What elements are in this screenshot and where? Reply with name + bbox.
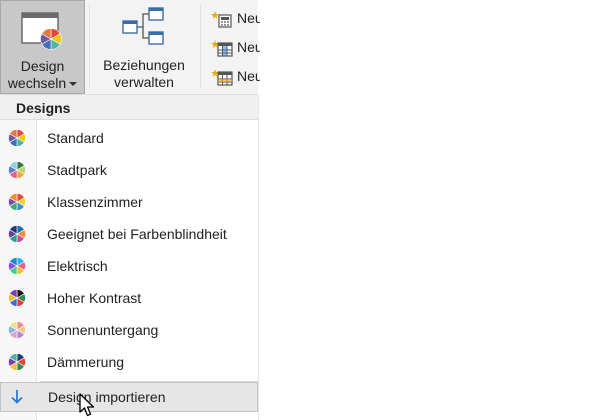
theme-pie-icon [8, 257, 26, 275]
menu-item-label: Standard [47, 130, 104, 146]
mouse-cursor-icon [79, 393, 95, 417]
menu-header-label: Designs [16, 100, 71, 116]
design-button-label-1: Design [20, 58, 65, 74]
menu-item-hoher-kontrast[interactable]: Hoher Kontrast [0, 282, 258, 314]
theme-pie-icon [8, 161, 26, 179]
design-importieren-button[interactable]: Design importieren [0, 382, 258, 412]
relations-button-label-2: verwalten [114, 74, 174, 90]
menu-item-label: Klassenzimmer [47, 194, 143, 210]
new-measure-button[interactable]: Neu [208, 8, 260, 30]
design-wechseln-button[interactable]: Design wechseln [0, 0, 85, 94]
new-column-label: Neu [237, 39, 260, 55]
ribbon-separator [89, 4, 90, 88]
chevron-down-icon [69, 82, 78, 87]
menu-item-label: Stadtpark [47, 162, 107, 178]
theme-pie-icon [8, 289, 26, 307]
design-button-label-2: wechseln [7, 75, 67, 91]
theme-pie-icon [8, 193, 26, 211]
menu-item-klassenzimmer[interactable]: Klassenzimmer [0, 186, 258, 218]
new-measure-label: Neu [237, 10, 260, 26]
menu-item-elektrisch[interactable]: Elektrisch [0, 250, 258, 282]
design-window-pie-icon [21, 12, 62, 50]
theme-pie-icon [8, 129, 26, 147]
arrow-down-icon [11, 390, 23, 404]
menu-item-daemmerung[interactable]: Dämmerung [0, 346, 258, 378]
relations-icon [122, 7, 164, 45]
menu-item-sonnenuntergang[interactable]: Sonnenuntergang [0, 314, 258, 346]
menu-item-label: Hoher Kontrast [47, 290, 142, 306]
new-table-label: Neu [237, 68, 260, 84]
menu-item-farbenblindheit[interactable]: Geeignet bei Farbenblindheit [0, 218, 258, 250]
ribbon-separator [200, 4, 201, 88]
beziehungen-verwalten-button[interactable]: Beziehungen verwalten [92, 0, 196, 94]
menu-header: Designs [0, 95, 258, 120]
theme-pie-icon [8, 225, 26, 243]
new-measure-icon [211, 11, 232, 28]
theme-pie-icon [8, 321, 26, 339]
designs-dropdown-menu: Designs Standard Stadtpark Klassenzimmer… [0, 95, 259, 420]
menu-item-stadtpark[interactable]: Stadtpark [0, 154, 258, 186]
ribbon: Design wechseln Beziehungen verwalten Ne… [0, 0, 260, 95]
menu-item-standard[interactable]: Standard [0, 122, 258, 154]
new-table-button[interactable]: Neu [208, 66, 260, 88]
new-table-icon [211, 69, 233, 86]
theme-pie-icon [8, 353, 26, 371]
new-column-button[interactable]: Neu [208, 37, 260, 59]
menu-item-label: Elektrisch [47, 258, 108, 274]
new-column-icon [211, 40, 233, 57]
menu-item-label: Design importieren [48, 389, 166, 405]
menu-item-label: Sonnenuntergang [47, 322, 159, 338]
menu-item-label: Dämmerung [47, 354, 125, 370]
menu-item-label: Geeignet bei Farbenblindheit [47, 226, 227, 242]
relations-button-label-1: Beziehungen [103, 57, 185, 73]
